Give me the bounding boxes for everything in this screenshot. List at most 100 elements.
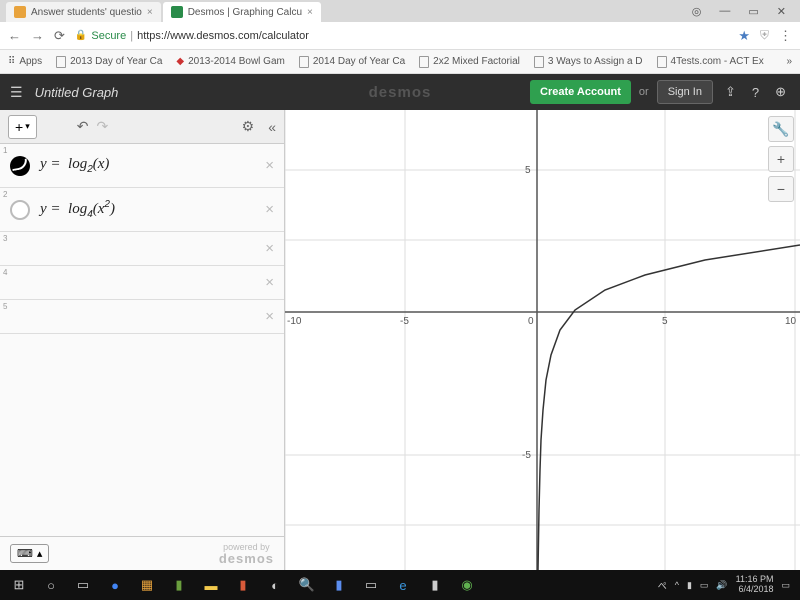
zoom-out-button[interactable]: − — [768, 176, 794, 202]
panel-toolbar: +▾ ↶ ↷ ⚙ « — [0, 110, 284, 144]
minimize-icon[interactable]: — — [719, 5, 730, 17]
bookmark-item[interactable]: 2x2 Mixed Factorial — [419, 56, 520, 68]
graph-svg: -10-50510 5-5 — [285, 110, 800, 570]
delete-icon[interactable]: × — [265, 240, 274, 257]
task-view-icon[interactable]: ▭ — [68, 572, 98, 598]
color-swatch[interactable] — [10, 200, 30, 220]
svg-text:-5: -5 — [522, 450, 531, 461]
app-icon[interactable]: ▮ — [228, 572, 258, 598]
bookmark-item[interactable]: 2013 Day of Year Ca — [56, 56, 162, 68]
chrome-icon[interactable]: ● — [100, 572, 130, 598]
tray-icon[interactable]: ぺ — [658, 579, 667, 592]
main-content: +▾ ↶ ↷ ⚙ « 1y = log2(x)×2y = log4(x2)×3×… — [0, 110, 800, 570]
bookmark-item[interactable]: ◆2013-2014 Bowl Gam — [176, 56, 284, 67]
delete-icon[interactable]: × — [265, 308, 274, 325]
delete-icon[interactable]: × — [265, 274, 274, 291]
bookmark-item[interactable]: 4Tests.com - ACT Ex — [657, 56, 764, 68]
apps-button[interactable]: ⠿ Apps — [8, 56, 42, 67]
volume-icon[interactable]: 🔊 — [716, 580, 727, 591]
back-button[interactable]: ← — [8, 28, 21, 43]
tab-title: Desmos | Graphing Calcu — [188, 7, 302, 18]
row-number: 4 — [3, 268, 7, 277]
browser-tab[interactable]: Answer students' questio× — [6, 2, 161, 22]
url-text: https://www.desmos.com/calculator — [137, 30, 309, 42]
expression-row[interactable]: 3× — [0, 232, 284, 266]
bookmark-item[interactable]: 3 Ways to Assign a D — [534, 56, 643, 68]
share-icon[interactable]: ⇪ — [721, 84, 740, 100]
bookmark-item[interactable]: 2014 Day of Year Ca — [299, 56, 405, 68]
undo-button[interactable]: ↶ — [77, 118, 89, 135]
svg-text:5: 5 — [525, 165, 531, 176]
app-icon[interactable]: ▮ — [324, 572, 354, 598]
redo-button[interactable]: ↷ — [96, 118, 108, 135]
address-bar: ← → ⟳ 🔒 Secure | https://www.desmos.com/… — [0, 22, 800, 50]
language-icon[interactable]: ⊕ — [771, 84, 790, 100]
user-icon[interactable]: ◎ — [692, 5, 702, 18]
collapse-panel-button[interactable]: « — [268, 119, 276, 135]
menu-icon[interactable]: ⋮ — [779, 28, 792, 44]
notifications-icon[interactable]: ▭ — [781, 580, 790, 591]
app-icon[interactable]: ◉ — [452, 572, 482, 598]
zoom-in-button[interactable]: + — [768, 146, 794, 172]
create-account-button[interactable]: Create Account — [530, 80, 631, 104]
app-icon[interactable]: ▮ — [164, 572, 194, 598]
svg-text:-5: -5 — [400, 316, 409, 327]
svg-text:5: 5 — [662, 316, 668, 327]
formula-text[interactable]: y = log4(x2) — [40, 199, 115, 220]
svg-text:-10: -10 — [287, 316, 302, 327]
svg-text:0: 0 — [528, 316, 534, 327]
formula-text[interactable]: y = log2(x) — [40, 156, 109, 175]
powered-by-label: powered bydesmos — [219, 543, 274, 565]
edge-icon[interactable]: e — [388, 572, 418, 598]
row-number: 1 — [3, 146, 7, 155]
secure-label: Secure — [91, 30, 126, 42]
graph-title[interactable]: Untitled Graph — [35, 85, 119, 100]
folder-icon[interactable]: ▬ — [196, 572, 226, 598]
battery-icon[interactable]: ▭ — [700, 580, 709, 591]
maximize-icon[interactable]: ▭ — [748, 5, 758, 18]
delete-icon[interactable]: × — [265, 157, 274, 174]
app-icon[interactable]: ▮ — [420, 572, 450, 598]
browser-tabstrip: Answer students' questio× Desmos | Graph… — [0, 0, 800, 22]
search-icon[interactable]: ○ — [36, 572, 66, 598]
settings-icon[interactable]: ⚙ — [242, 118, 255, 135]
panel-footer: ⌨▴ powered bydesmos — [0, 536, 284, 570]
graph-canvas[interactable]: -10-50510 5-5 🔧 + − — [285, 110, 800, 570]
row-number: 3 — [3, 234, 7, 243]
window-controls: ◎ — ▭ ✕ — [692, 0, 800, 22]
close-icon[interactable]: × — [147, 7, 153, 18]
bookmarks-overflow[interactable]: » — [786, 56, 792, 67]
menu-icon[interactable]: ☰ — [10, 84, 23, 101]
graph-tools: 🔧 + − — [768, 116, 794, 202]
start-button[interactable]: ⊞ — [4, 572, 34, 598]
expression-row[interactable]: 2y = log4(x2)× — [0, 188, 284, 232]
add-expression-button[interactable]: +▾ — [8, 115, 37, 139]
bookmark-star-icon[interactable]: ★ — [738, 28, 750, 44]
url-field[interactable]: 🔒 Secure | https://www.desmos.com/calcul… — [75, 30, 728, 42]
help-icon[interactable]: ? — [748, 85, 763, 100]
bookmarks-bar: ⠿ Apps 2013 Day of Year Ca ◆2013-2014 Bo… — [0, 50, 800, 74]
row-number: 5 — [3, 302, 7, 311]
delete-icon[interactable]: × — [265, 201, 274, 218]
magnifier-icon[interactable]: 🔍 — [292, 572, 322, 598]
keyboard-button[interactable]: ⌨▴ — [10, 544, 49, 563]
browser-tab-active[interactable]: Desmos | Graphing Calcu × — [163, 2, 321, 22]
sign-in-button[interactable]: Sign In — [657, 80, 713, 104]
forward-button[interactable]: → — [31, 28, 44, 43]
expression-row[interactable]: 4× — [0, 266, 284, 300]
network-icon[interactable]: ▮ — [687, 580, 692, 591]
app-icon[interactable]: ▦ — [132, 572, 162, 598]
wrench-icon[interactable]: 🔧 — [768, 116, 794, 142]
expression-row[interactable]: 1 y = log2(x) × — [0, 144, 284, 188]
close-icon[interactable]: × — [307, 7, 313, 18]
expression-panel: +▾ ↶ ↷ ⚙ « 1y = log2(x)×2y = log4(x2)×3×… — [0, 110, 285, 570]
close-window-icon[interactable]: ✕ — [777, 5, 786, 18]
shield-icon[interactable]: ⛨ — [760, 28, 769, 43]
system-clock[interactable]: 11:16 PM6/4/2018 — [736, 575, 774, 595]
expression-row[interactable]: 5× — [0, 300, 284, 334]
tray-up-icon[interactable]: ^ — [675, 580, 679, 590]
app-icon[interactable]: ◐ — [260, 572, 290, 598]
color-swatch[interactable] — [10, 156, 30, 176]
reload-button[interactable]: ⟳ — [54, 28, 65, 44]
app-icon[interactable]: ▭ — [356, 572, 386, 598]
